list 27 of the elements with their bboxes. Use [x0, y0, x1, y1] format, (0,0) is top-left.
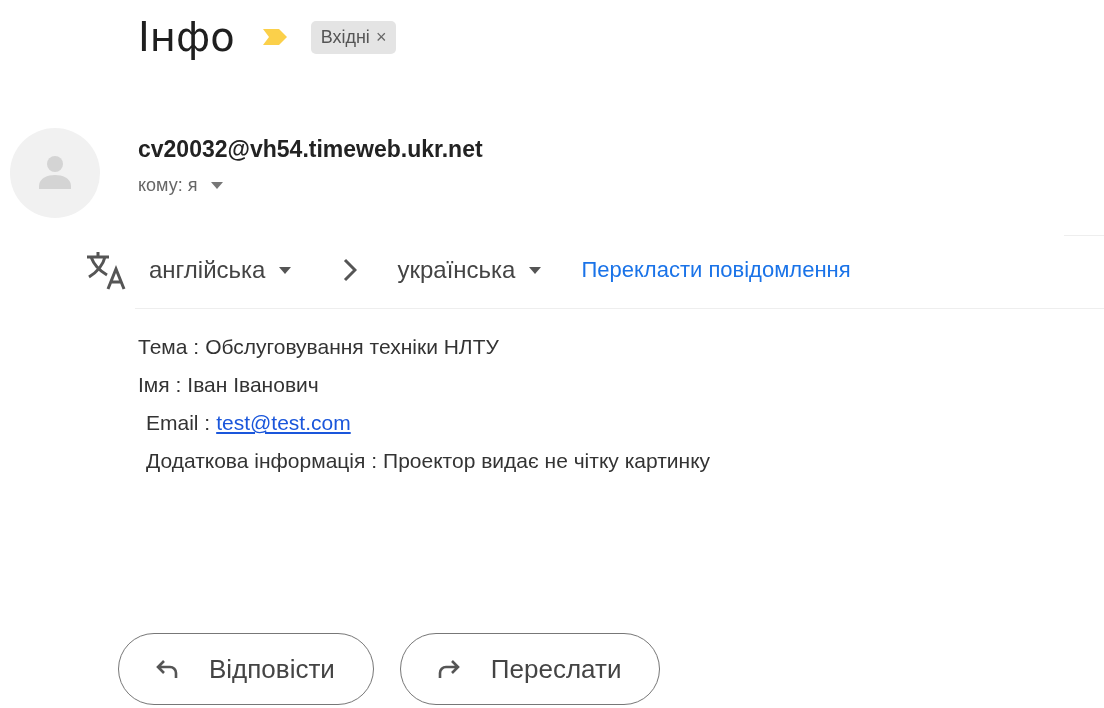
field-value: Обслуговування техніки НЛТУ [205, 335, 499, 359]
field-label: Імя : [138, 373, 182, 397]
importance-marker-icon[interactable] [262, 27, 289, 47]
field-label: Тема : [138, 335, 200, 359]
label-text: Вхідні [320, 26, 370, 48]
email-link[interactable]: test@test.com [216, 411, 351, 435]
caret-icon [529, 266, 542, 274]
reply-button[interactable]: Відповісти [118, 633, 374, 705]
caret-icon[interactable] [211, 182, 224, 189]
avatar-icon [10, 128, 100, 218]
source-language-dropdown[interactable]: англійська [149, 256, 292, 284]
recipient-text: кому: я [138, 175, 198, 196]
reply-icon [155, 659, 179, 679]
translate-message-link[interactable]: Перекласти повідомлення [581, 257, 851, 283]
sender-address: cv20032@vh54.timeweb.ukr.net [138, 136, 483, 163]
field-label: Додаткова інформація : [146, 449, 378, 473]
caret-icon [279, 266, 292, 274]
remove-label-button[interactable]: × [375, 26, 387, 48]
chevron-right-icon [343, 258, 358, 282]
field-label: Email : [146, 411, 211, 435]
target-language-dropdown[interactable]: українська [397, 256, 542, 284]
forward-button[interactable]: Переслати [399, 633, 661, 705]
email-subject: Інфо [138, 14, 235, 60]
forward-icon [436, 659, 461, 679]
translate-icon [85, 250, 127, 290]
field-value: Проектор видає не чітку картинку [383, 449, 711, 473]
field-value: Іван Іванович [187, 373, 319, 397]
